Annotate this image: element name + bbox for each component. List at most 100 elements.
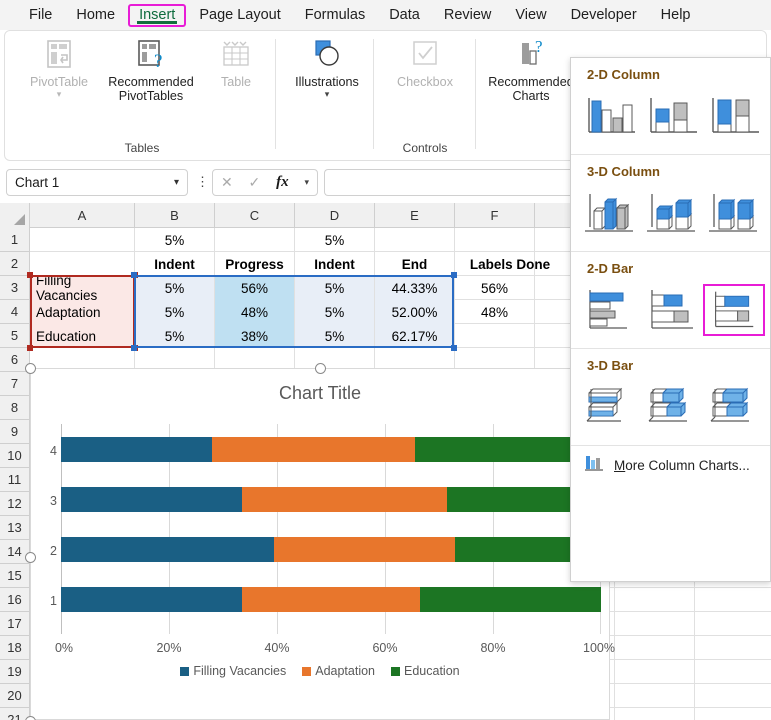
chevron-down-icon[interactable]: ▾ <box>174 177 179 188</box>
tab-insert[interactable]: Insert <box>128 4 186 27</box>
chevron-down-icon[interactable]: ▾ <box>305 177 310 188</box>
cell-D2[interactable]: Indent <box>295 252 374 276</box>
gallery-item-3d-clustered-column[interactable] <box>579 187 641 239</box>
check-icon[interactable]: ✓ <box>249 174 261 191</box>
legend-item-filling-vacancies[interactable]: Filling Vacancies <box>180 664 286 678</box>
gallery-item-100-percent-stacked-bar[interactable] <box>703 284 765 336</box>
row-header-12[interactable]: 12 <box>0 492 30 516</box>
bar-group-1[interactable] <box>61 587 601 612</box>
bar-segment-filling-vacancies[interactable] <box>61 537 274 562</box>
bar-segment-adaptation[interactable] <box>274 537 455 562</box>
tab-help[interactable]: Help <box>650 4 702 27</box>
row-header-10[interactable]: 10 <box>0 444 30 468</box>
gallery-item-stacked-bar[interactable] <box>641 284 703 336</box>
row-header-4[interactable]: 4 <box>0 300 30 324</box>
gallery-item-clustered-bar[interactable] <box>579 284 641 336</box>
gallery-item-3d-clustered-bar[interactable] <box>579 381 641 433</box>
tab-review[interactable]: Review <box>433 4 503 27</box>
chevron-down-icon[interactable]: ▾ <box>57 90 62 98</box>
row-header-13[interactable]: 13 <box>0 516 30 540</box>
chart-resize-handle-middle-left[interactable] <box>25 552 36 563</box>
gallery-item-3d-stacked-bar[interactable] <box>641 381 703 433</box>
chevron-down-icon[interactable]: ▾ <box>325 90 330 98</box>
selection-handle[interactable] <box>27 345 33 351</box>
gallery-item-3d-stacked-column[interactable] <box>641 187 703 239</box>
row-header-9[interactable]: 9 <box>0 420 30 444</box>
row-header-18[interactable]: 18 <box>0 636 30 660</box>
tab-formulas[interactable]: Formulas <box>294 4 376 27</box>
table-button[interactable]: Table <box>201 37 271 89</box>
row-header-5[interactable]: 5 <box>0 324 30 348</box>
legend-item-adaptation[interactable]: Adaptation <box>302 664 375 678</box>
tab-page-layout[interactable]: Page Layout <box>188 4 291 27</box>
cell-C2[interactable]: Progress <box>215 252 294 276</box>
checkbox-button[interactable]: Checkbox <box>379 37 471 89</box>
selection-handle[interactable] <box>27 272 33 278</box>
column-header-c[interactable]: C <box>215 203 295 228</box>
cell-F2[interactable]: Labels Done <box>455 252 565 276</box>
name-box[interactable]: Chart 1 ▾ <box>6 169 188 196</box>
recommended-charts-button[interactable]: ? Recommended Charts <box>481 37 581 103</box>
tab-developer[interactable]: Developer <box>560 4 648 27</box>
bar-group-4[interactable] <box>61 437 601 462</box>
tab-home[interactable]: Home <box>65 4 126 27</box>
cell-B1[interactable]: 5% <box>135 228 214 252</box>
illustrations-button[interactable]: Illustrations ▾ <box>281 37 373 98</box>
row-header-2[interactable]: 2 <box>0 252 30 276</box>
gallery-item-clustered-column[interactable] <box>579 90 641 142</box>
recommended-pivot-tables-button[interactable]: ? Recommended PivotTables <box>105 37 197 103</box>
chart-resize-handle-bottom-left[interactable] <box>25 716 36 720</box>
chart-resize-handle-top-left[interactable] <box>25 363 36 374</box>
row-header-16[interactable]: 16 <box>0 588 30 612</box>
chart-object[interactable]: Chart Title <box>30 368 610 720</box>
tab-data[interactable]: Data <box>378 4 431 27</box>
gallery-item-3d-100-percent-stacked-column[interactable] <box>703 187 765 239</box>
column-header-a[interactable]: A <box>30 203 135 228</box>
cell-F4[interactable]: 48% <box>455 300 534 324</box>
bar-segment-filling-vacancies[interactable] <box>61 437 212 462</box>
bar-segment-adaptation[interactable] <box>242 487 447 512</box>
column-header-e[interactable]: E <box>375 203 455 228</box>
row-header-17[interactable]: 17 <box>0 612 30 636</box>
cell-E2[interactable]: End <box>375 252 454 276</box>
row-header-8[interactable]: 8 <box>0 396 30 420</box>
gallery-item-100-percent-stacked-column[interactable] <box>703 90 765 142</box>
row-header-1[interactable]: 1 <box>0 228 30 252</box>
cell-F3[interactable]: 56% <box>455 276 534 300</box>
tab-file[interactable]: File <box>18 4 63 27</box>
gallery-item-stacked-column[interactable] <box>641 90 703 142</box>
bar-segment-adaptation[interactable] <box>242 587 420 612</box>
row-header-3[interactable]: 3 <box>0 276 30 300</box>
column-header-f[interactable]: F <box>455 203 535 228</box>
tab-view[interactable]: View <box>504 4 557 27</box>
gallery-item-3d-100-percent-stacked-bar[interactable] <box>703 381 765 433</box>
insert-function-icon[interactable]: fx <box>276 174 289 191</box>
chart-resize-handle-top-center[interactable] <box>315 363 326 374</box>
cell-D1[interactable]: 5% <box>295 228 374 252</box>
pivot-table-button[interactable]: PivotTable ▾ <box>13 37 105 98</box>
selection-handle[interactable] <box>451 345 457 351</box>
bar-group-2[interactable] <box>61 537 601 562</box>
bar-segment-filling-vacancies[interactable] <box>61 587 242 612</box>
bar-group-3[interactable] <box>61 487 601 512</box>
row-header-15[interactable]: 15 <box>0 564 30 588</box>
more-column-charts-menu-item[interactable]: More Column Charts... <box>571 446 770 484</box>
column-header-d[interactable]: D <box>295 203 375 228</box>
chart-title[interactable]: Chart Title <box>31 383 609 404</box>
row-header-20[interactable]: 20 <box>0 684 30 708</box>
row-header-7[interactable]: 7 <box>0 372 30 396</box>
column-header-b[interactable]: B <box>135 203 215 228</box>
formula-bar-options-icon[interactable]: ⋮ <box>196 174 209 190</box>
select-all-corner[interactable] <box>0 203 30 228</box>
row-header-19[interactable]: 19 <box>0 660 30 684</box>
bar-segment-filling-vacancies[interactable] <box>61 487 242 512</box>
row-header-11[interactable]: 11 <box>0 468 30 492</box>
bar-segment-adaptation[interactable] <box>212 437 415 462</box>
bar-segment-education[interactable] <box>420 587 601 612</box>
selection-handle[interactable] <box>451 272 457 278</box>
selection-handle[interactable] <box>131 272 137 278</box>
legend-item-education[interactable]: Education <box>391 664 460 678</box>
cancel-icon[interactable]: ✕ <box>221 174 233 191</box>
cell-B2[interactable]: Indent <box>135 252 214 276</box>
selection-handle[interactable] <box>131 345 137 351</box>
